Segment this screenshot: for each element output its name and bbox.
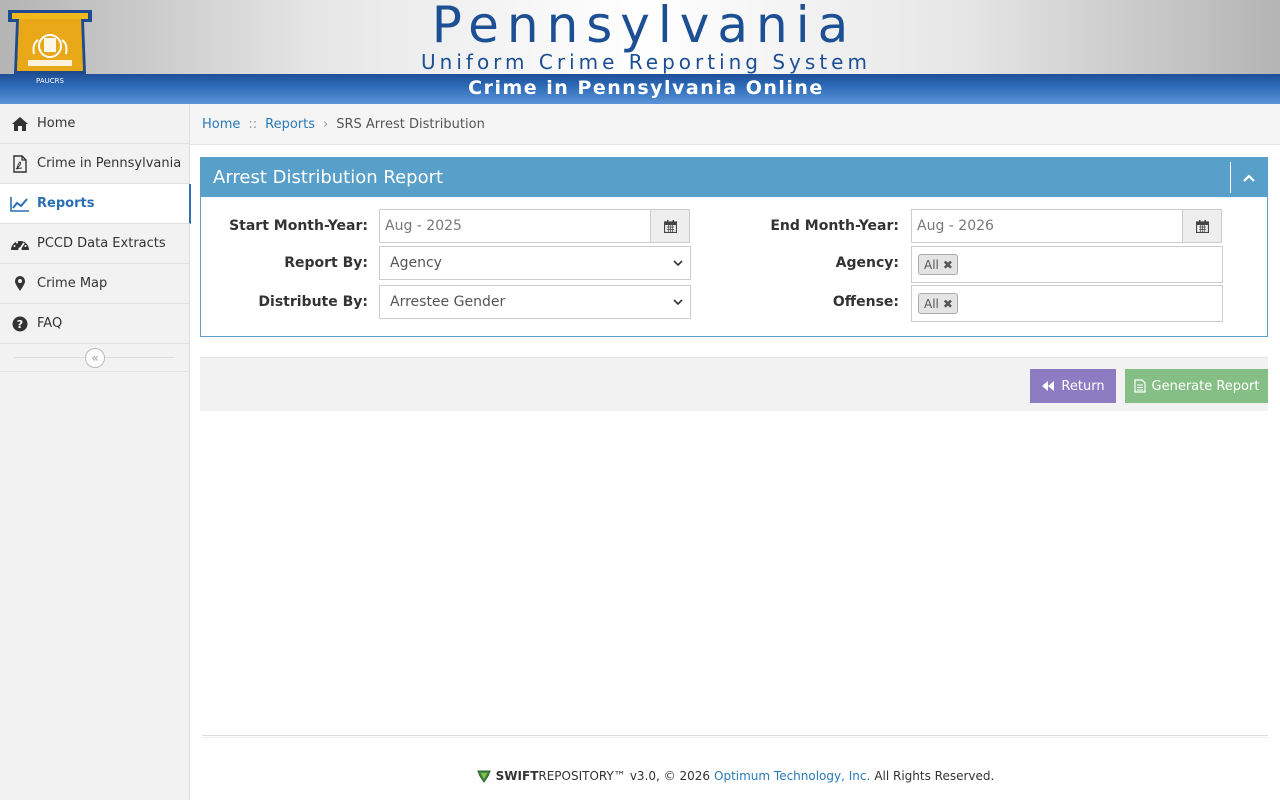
breadcrumb: Home :: Reports › SRS Arrest Distributio…: [190, 104, 1280, 145]
map-marker-icon: [10, 275, 30, 293]
dashboard-icon: [10, 235, 30, 253]
end-calendar-button[interactable]: [1182, 209, 1222, 243]
footer-company-link[interactable]: Optimum Technology, Inc.: [714, 769, 870, 783]
sidebar-item-crime-map[interactable]: Crime Map: [0, 264, 189, 304]
sidebar-item-label: Crime in Pennsylvania: [37, 156, 182, 171]
breadcrumb-current: SRS Arrest Distribution: [336, 116, 485, 132]
breadcrumb-separator: ›: [323, 116, 329, 132]
end-month-year-input[interactable]: Aug - 2026: [911, 209, 1183, 243]
footer-version: v3.0, © 2026: [629, 769, 710, 783]
file-icon: [1133, 379, 1146, 393]
footer-brand-bold: SWIFT: [495, 769, 539, 783]
calendar-icon: [663, 219, 677, 233]
start-month-year-input[interactable]: Aug - 2025: [379, 209, 651, 243]
footer-rights: All Rights Reserved.: [874, 769, 995, 783]
action-bar: Return Generate Report: [200, 357, 1268, 411]
distribute-by-label: Distribute By:: [258, 294, 368, 310]
tag-label: All: [924, 257, 939, 272]
sidebar-collapse-row: «: [0, 344, 189, 372]
sidebar-item-reports[interactable]: Reports: [0, 184, 191, 224]
distribute-by-select[interactable]: Arrestee Gender: [379, 285, 691, 319]
breadcrumb-separator: ::: [248, 116, 258, 132]
sidebar: Home Crime in Pennsylvania Reports PCCD …: [0, 104, 191, 800]
panel-header: Arrest Distribution Report: [201, 158, 1267, 197]
offense-tag-all: All ✖: [918, 293, 958, 314]
offense-multiselect[interactable]: All ✖: [911, 285, 1223, 322]
report-by-label: Report By:: [284, 255, 368, 271]
report-panel: Arrest Distribution Report Start Month-Y…: [200, 157, 1268, 337]
agency-tag-all: All ✖: [918, 254, 958, 275]
site-header: PAUCRS Pennsylvania Uniform Crime Report…: [0, 0, 1280, 104]
footer-brand-rest: REPOSITORY™: [538, 769, 626, 783]
chevron-up-icon: [1243, 173, 1255, 182]
return-label: Return: [1061, 378, 1105, 394]
start-calendar-button[interactable]: [650, 209, 690, 243]
home-icon: [10, 115, 30, 133]
collapse-icon[interactable]: «: [85, 348, 105, 368]
sidebar-item-label: FAQ: [37, 316, 63, 331]
pdf-icon: [10, 154, 30, 173]
remove-tag-icon[interactable]: ✖: [943, 258, 953, 272]
end-month-year-label: End Month-Year:: [770, 218, 899, 234]
site-title: Pennsylvania: [431, 0, 857, 54]
sidebar-item-label: PCCD Data Extracts: [37, 236, 166, 251]
site-subtitle: Uniform Crime Reporting System: [421, 50, 871, 74]
backward-icon: [1042, 381, 1055, 391]
distribute-by-value: Arrestee Gender: [390, 294, 506, 310]
footer-divider: [202, 735, 1268, 738]
sidebar-item-label: Home: [37, 116, 76, 131]
return-button[interactable]: Return: [1030, 369, 1116, 403]
question-icon: ?: [10, 315, 30, 333]
remove-tag-icon[interactable]: ✖: [943, 297, 953, 311]
sidebar-item-label: Reports: [37, 196, 95, 211]
sidebar-item-crime-in-pennsylvania[interactable]: Crime in Pennsylvania: [0, 144, 189, 184]
svg-text:?: ?: [17, 318, 23, 331]
start-month-year-label: Start Month-Year:: [229, 218, 368, 234]
report-by-select[interactable]: Agency: [379, 246, 691, 280]
tag-label: All: [924, 296, 939, 311]
site-bar-title: Crime in Pennsylvania Online: [468, 77, 824, 99]
chevron-down-icon: [673, 260, 683, 267]
sidebar-item-faq[interactable]: ? FAQ: [0, 304, 189, 344]
sidebar-item-pccd-data-extracts[interactable]: PCCD Data Extracts: [0, 224, 189, 264]
agency-label: Agency:: [835, 255, 899, 271]
chevron-down-icon: [673, 299, 683, 306]
sidebar-item-home[interactable]: Home: [0, 104, 189, 144]
line-chart-icon: [10, 195, 30, 213]
agency-multiselect[interactable]: All ✖: [911, 246, 1223, 283]
footer: SWIFTREPOSITORY™ v3.0, © 2026 Optimum Te…: [190, 768, 1280, 784]
generate-report-button[interactable]: Generate Report: [1125, 369, 1268, 403]
panel-collapse-button[interactable]: [1230, 162, 1267, 193]
breadcrumb-home[interactable]: Home: [202, 117, 240, 132]
generate-label: Generate Report: [1151, 378, 1260, 394]
swift-logo-icon: [476, 770, 491, 783]
report-by-value: Agency: [390, 255, 442, 271]
panel-title: Arrest Distribution Report: [213, 167, 444, 188]
breadcrumb-reports[interactable]: Reports: [265, 117, 315, 132]
calendar-icon: [1195, 219, 1209, 233]
offense-label: Offense:: [832, 294, 899, 310]
sidebar-item-label: Crime Map: [37, 276, 108, 291]
